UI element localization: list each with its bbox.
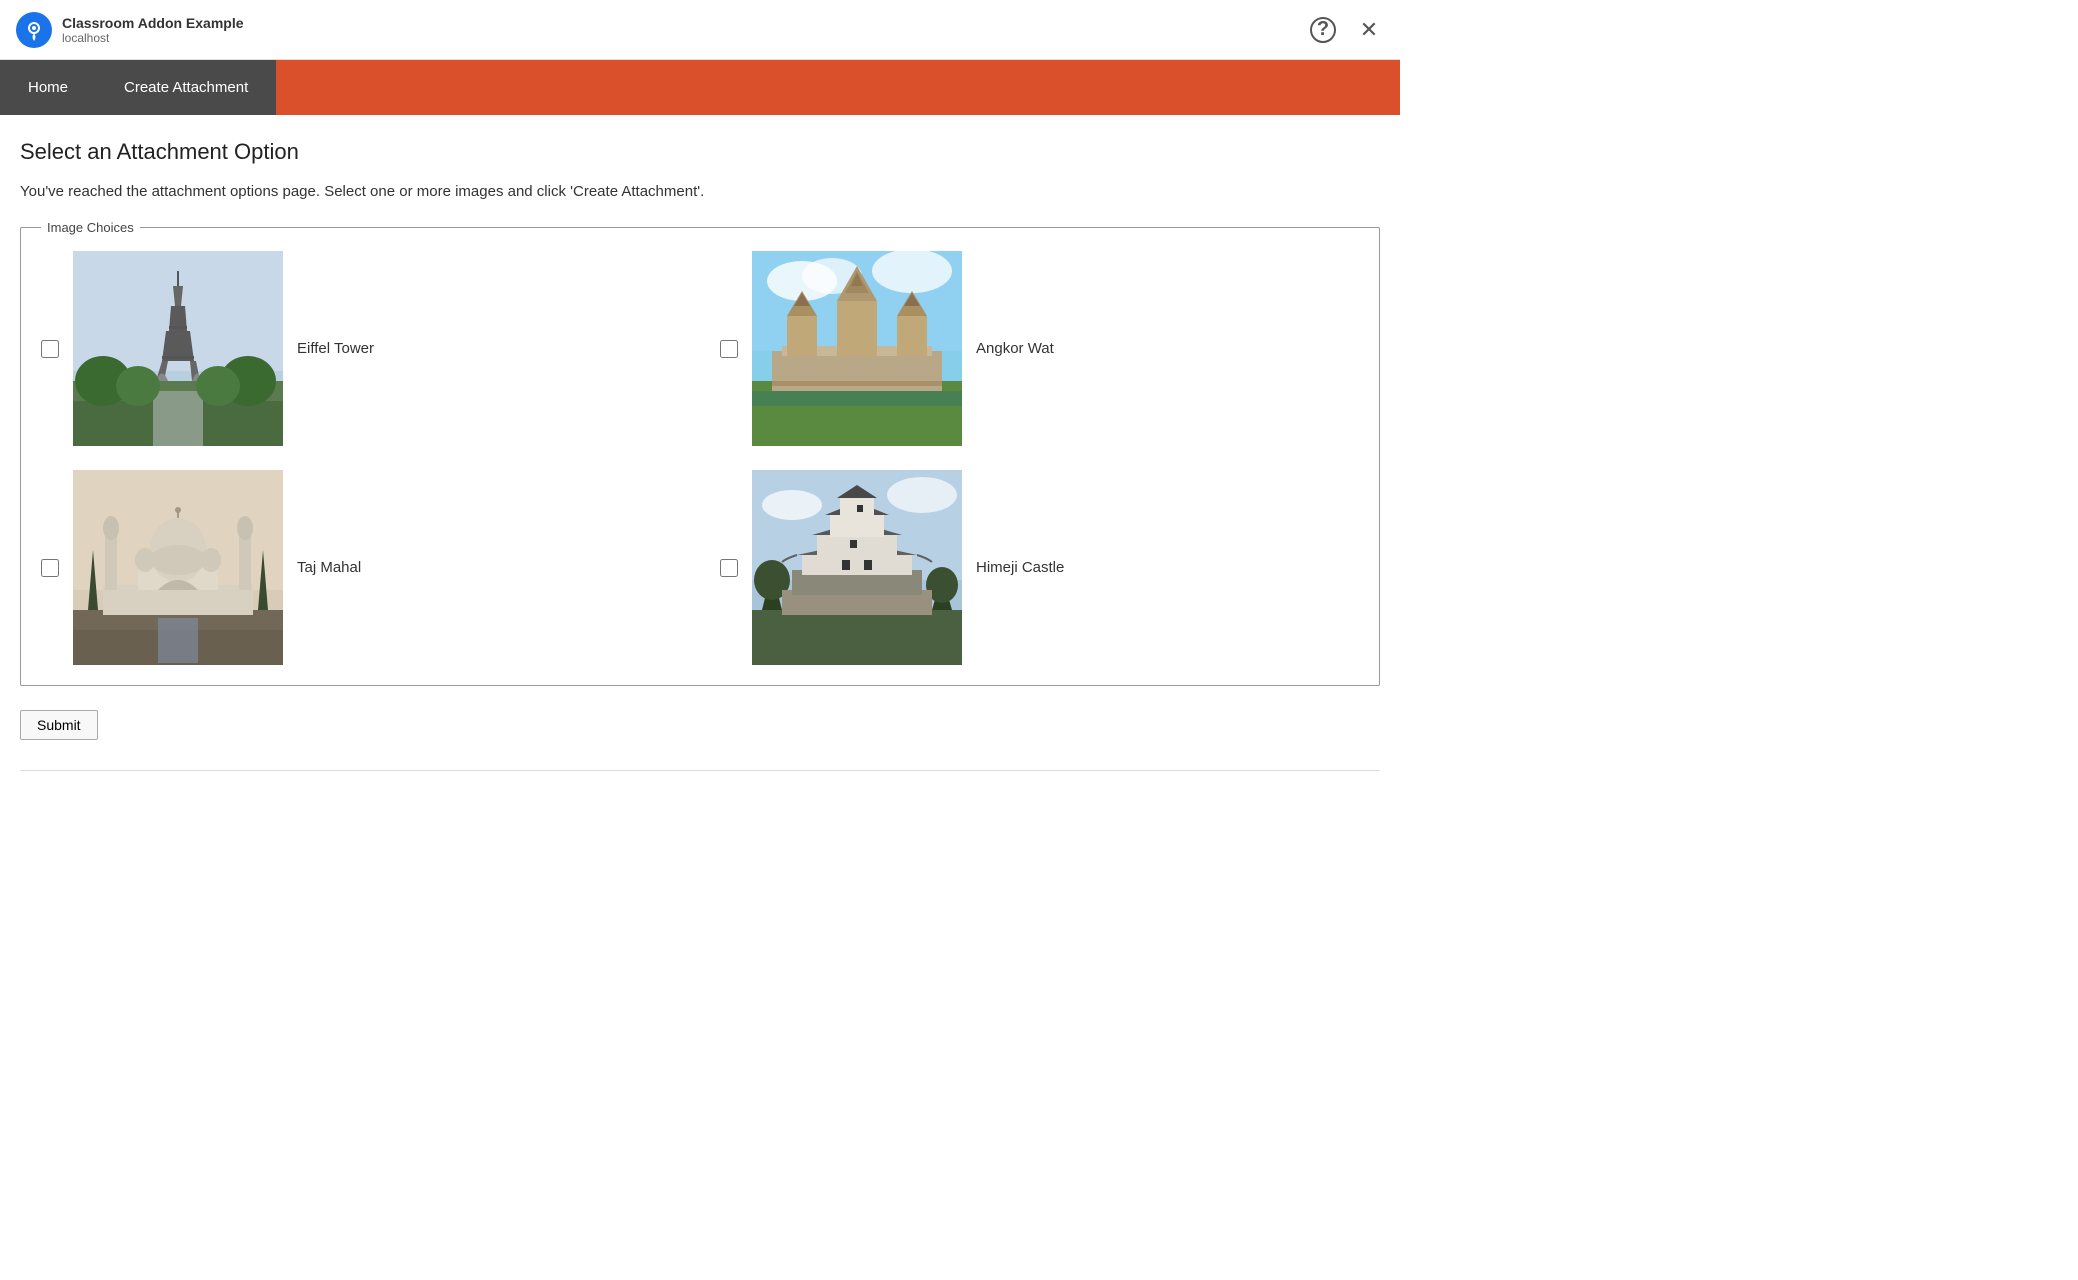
checkbox-himeji[interactable] bbox=[720, 559, 738, 577]
help-icon: ? bbox=[1310, 17, 1336, 43]
label-angkor: Angkor Wat bbox=[976, 340, 1054, 357]
title-bar-text: Classroom Addon Example localhost bbox=[62, 15, 244, 45]
images-grid: Eiffel Tower bbox=[41, 251, 1359, 665]
page-title: Select an Attachment Option bbox=[20, 139, 1380, 165]
fieldset-legend: Image Choices bbox=[41, 220, 140, 235]
nav-bar: Home Create Attachment bbox=[0, 60, 1400, 115]
app-name: Classroom Addon Example bbox=[62, 15, 244, 31]
bottom-divider bbox=[20, 770, 1380, 771]
nav-home[interactable]: Home bbox=[0, 60, 96, 115]
label-eiffel: Eiffel Tower bbox=[297, 340, 374, 357]
close-button[interactable]: ✕ bbox=[1354, 15, 1384, 45]
title-bar-left: Classroom Addon Example localhost bbox=[16, 12, 244, 48]
image-item-himeji: Himeji Castle bbox=[720, 470, 1359, 665]
image-eiffel bbox=[73, 251, 283, 446]
title-bar-right: ? ✕ bbox=[1308, 15, 1384, 45]
image-angkor bbox=[752, 251, 962, 446]
image-himeji bbox=[752, 470, 962, 665]
submit-label: Submit bbox=[37, 717, 81, 733]
nav-home-label: Home bbox=[28, 79, 68, 96]
title-bar: Classroom Addon Example localhost ? ✕ bbox=[0, 0, 1400, 60]
image-item-taj: Taj Mahal bbox=[41, 470, 680, 665]
description: You've reached the attachment options pa… bbox=[20, 183, 1380, 200]
submit-button[interactable]: Submit bbox=[20, 710, 98, 740]
image-item-eiffel: Eiffel Tower bbox=[41, 251, 680, 446]
main-content: Select an Attachment Option You've reach… bbox=[0, 115, 1400, 795]
checkbox-taj[interactable] bbox=[41, 559, 59, 577]
label-taj: Taj Mahal bbox=[297, 559, 361, 576]
image-choices-fieldset: Image Choices bbox=[20, 220, 1380, 686]
image-item-angkor: Angkor Wat bbox=[720, 251, 1359, 446]
app-url: localhost bbox=[62, 31, 244, 45]
app-icon bbox=[16, 12, 52, 48]
nav-create-attachment-label: Create Attachment bbox=[124, 79, 248, 96]
checkbox-eiffel[interactable] bbox=[41, 340, 59, 358]
image-taj bbox=[73, 470, 283, 665]
checkbox-angkor[interactable] bbox=[720, 340, 738, 358]
nav-create-attachment[interactable]: Create Attachment bbox=[96, 60, 276, 115]
label-himeji: Himeji Castle bbox=[976, 559, 1064, 576]
help-button[interactable]: ? bbox=[1308, 15, 1338, 45]
nav-accent bbox=[276, 60, 1400, 115]
close-icon: ✕ bbox=[1360, 17, 1378, 43]
